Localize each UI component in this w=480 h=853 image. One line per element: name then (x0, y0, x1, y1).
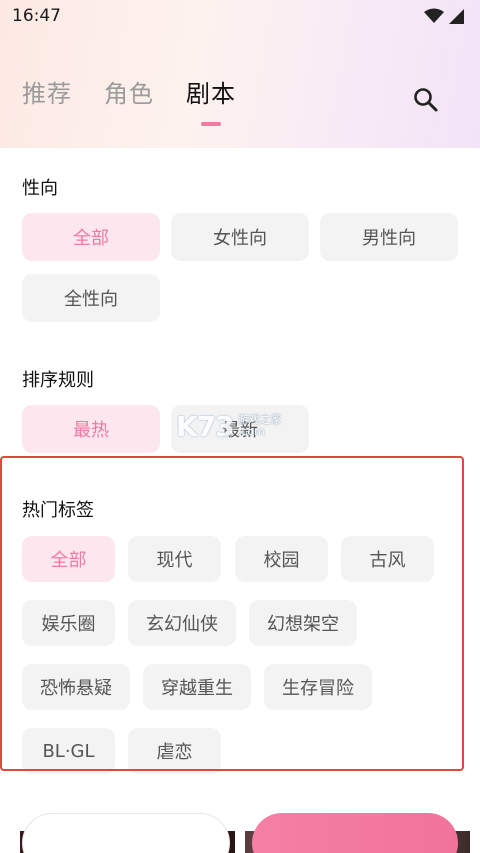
filter-panel: 性向 全部 女性向 男性向 全性向 排序规则 最热 最新 热门标签 全部 现代 … (0, 148, 480, 853)
signal-icon (449, 9, 464, 24)
orientation-female-chip[interactable]: 女性向 (171, 213, 309, 261)
tab-recommend[interactable]: 推荐 (22, 74, 72, 109)
header: 16:47 推荐 角色 剧本 (0, 0, 480, 148)
tab-characters[interactable]: 角色 (104, 74, 154, 109)
bottom-action-bar (0, 795, 480, 853)
wifi-icon (424, 8, 444, 23)
status-time: 16:47 (12, 6, 61, 26)
orientation-male-chip[interactable]: 男性向 (320, 213, 458, 261)
tab-scripts[interactable]: 剧本 (186, 74, 236, 126)
active-tab-indicator (201, 122, 221, 126)
orientation-all-gender-chip[interactable]: 全性向 (22, 274, 160, 322)
tab-scripts-label: 剧本 (186, 80, 236, 108)
confirm-button[interactable] (252, 813, 458, 853)
watermark: K73 游戏之家 .com (176, 406, 282, 446)
search-icon[interactable] (412, 86, 440, 114)
reset-button[interactable] (22, 813, 230, 853)
watermark-line2: .com (237, 425, 265, 438)
status-bar: 16:47 (0, 0, 480, 32)
status-icons (424, 8, 464, 24)
watermark-logo: K73 (176, 409, 235, 443)
orientation-all-chip[interactable]: 全部 (22, 213, 160, 261)
sort-title: 排序规则 (22, 370, 94, 391)
watermark-text: 游戏之家 .com (238, 414, 282, 438)
orientation-title: 性向 (22, 178, 58, 199)
sort-hot-chip[interactable]: 最热 (22, 405, 160, 453)
highlight-box (0, 456, 464, 771)
tab-bar: 推荐 角色 剧本 (22, 74, 236, 126)
